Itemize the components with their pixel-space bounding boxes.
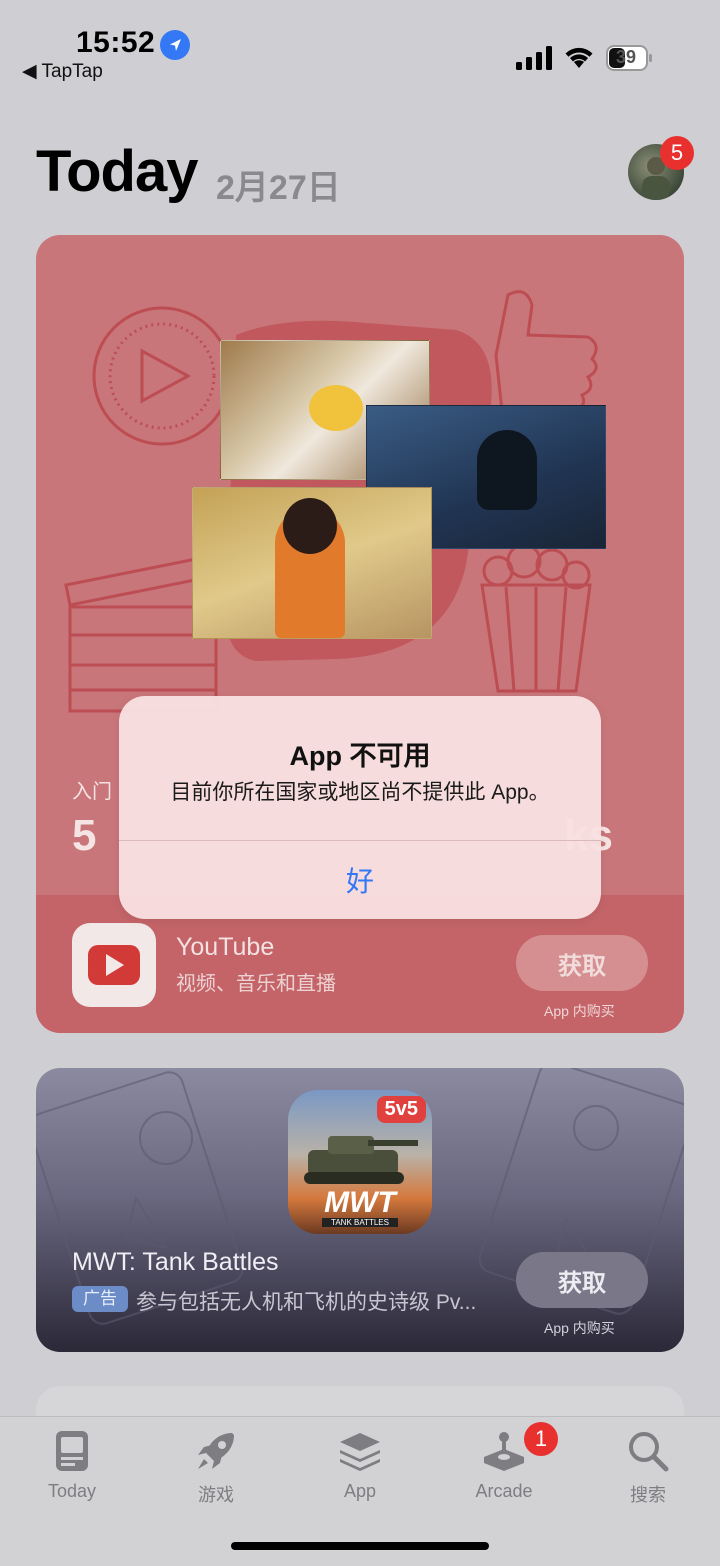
back-to-app-link[interactable]: ◀ TapTap (22, 60, 103, 83)
page-title: Today (36, 139, 198, 204)
alert-title: App 不可用 (289, 741, 431, 771)
feature-card-headline: 5 ks (72, 811, 613, 861)
tab-games[interactable]: 游戏 (144, 1417, 288, 1527)
alert-message: 目前你所在国家或地区尚不提供此 App。 (170, 781, 550, 804)
tab-label: Arcade (475, 1481, 533, 1501)
page-date: 2月27日 (216, 169, 341, 207)
slime-photo (192, 487, 432, 639)
ad-card[interactable]: 5v5 MWT TANK BATTLES MWT: Tank Battles 广… (36, 1068, 684, 1352)
arcade-notification-badge: 1 (524, 1422, 558, 1456)
in-app-purchase-label: App 内购买 (544, 1003, 615, 1019)
mwt-logo-subtitle: TANK BATTLES (322, 1218, 398, 1227)
app-name: MWT: Tank Battles (72, 1248, 279, 1276)
tab-today[interactable]: Today (0, 1417, 144, 1527)
get-button[interactable]: 获取 (516, 935, 648, 991)
home-indicator[interactable] (231, 1542, 489, 1550)
wifi-icon (564, 44, 594, 70)
tab-apps[interactable]: App (288, 1417, 432, 1527)
app-unavailable-alert: App 不可用 目前你所在国家或地区尚不提供此 App。 好 (119, 696, 601, 919)
today-icon (56, 1431, 88, 1471)
feature-card-category: 入门 (72, 781, 112, 803)
layers-icon (340, 1433, 380, 1471)
ad-badge: 广告 (72, 1286, 128, 1312)
in-app-purchase-label: App 内购买 (544, 1320, 615, 1336)
status-time: 15:52 (76, 26, 156, 59)
tab-label: 游戏 (198, 1485, 234, 1505)
mwt-logo: MWT (324, 1186, 396, 1219)
tab-label: App (343, 1481, 377, 1501)
youtube-app-icon[interactable] (72, 923, 156, 1007)
tab-label: Today (47, 1481, 97, 1501)
location-arrow-icon (160, 30, 190, 60)
mwt-icon-badge: 5v5 (376, 1096, 426, 1123)
alert-ok-button[interactable]: 好 (119, 841, 601, 919)
search-icon (629, 1432, 669, 1472)
account-notification-badge: 5 (660, 136, 694, 170)
feature-card-headline-left: 5 (72, 811, 97, 860)
app-subtitle: 视频、音乐和直播 (176, 973, 336, 995)
mwt-app-icon[interactable]: 5v5 MWT TANK BATTLES (288, 1090, 432, 1234)
app-name: YouTube (176, 933, 275, 961)
rocket-icon (198, 1433, 234, 1469)
tab-label: 搜索 (630, 1485, 666, 1505)
app-description: 参与包括无人机和飞机的史诗级 Pv... (136, 1291, 477, 1314)
battery-level: 39 (616, 47, 637, 67)
joystick-icon (484, 1432, 524, 1471)
get-button[interactable]: 获取 (516, 1252, 648, 1308)
battery-icon: 39 (606, 44, 654, 72)
tab-search[interactable]: 搜索 (576, 1417, 720, 1527)
cellular-signal-icon (516, 46, 552, 70)
